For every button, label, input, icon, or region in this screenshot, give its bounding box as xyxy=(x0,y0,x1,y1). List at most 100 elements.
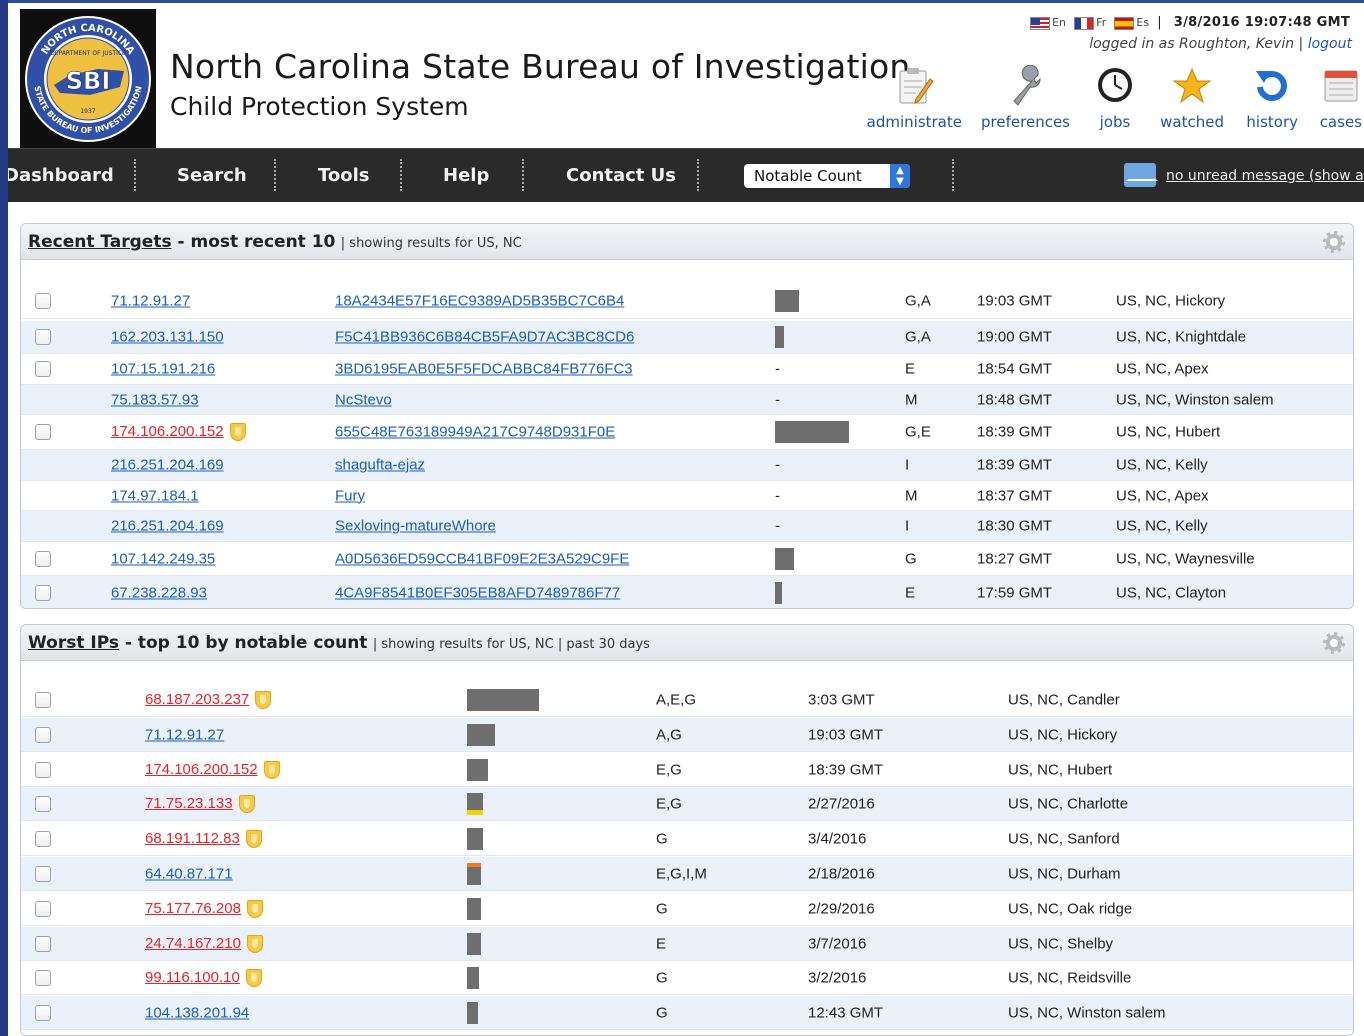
lang-spanish[interactable]: Es xyxy=(1114,16,1149,30)
ip-link[interactable]: 71.12.91.27 xyxy=(111,293,190,310)
location: US, NC, Reidsville xyxy=(1008,969,1132,986)
location: US, NC, Kelly xyxy=(1116,456,1208,474)
nav-dashboard[interactable]: Dashboard xyxy=(8,165,114,186)
ip-link[interactable]: 162.203.131.150 xyxy=(111,329,224,346)
row-checkbox[interactable] xyxy=(35,969,51,986)
target-link[interactable]: 4CA9F8541B0EF305EB8AFD7489786F77 xyxy=(335,584,620,601)
ip-link[interactable]: 75.177.76.208 xyxy=(145,899,241,916)
fr-flag-icon xyxy=(1074,16,1095,30)
cases-button[interactable]: cases xyxy=(1320,65,1362,131)
notable-count-bar xyxy=(467,688,539,711)
row-checkbox[interactable] xyxy=(35,865,51,882)
ip-link[interactable]: 216.251.204.169 xyxy=(111,457,224,474)
target-link[interactable]: Fury xyxy=(335,487,365,504)
notable-count-empty: - xyxy=(775,517,780,535)
shield-icon xyxy=(229,423,246,442)
nav-help[interactable]: Help xyxy=(443,165,489,186)
star-icon xyxy=(1172,65,1212,107)
target-link[interactable]: A0D5636ED59CCB41BF09E2E3A529C9FE xyxy=(335,550,629,567)
ip-link[interactable]: 174.97.184.1 xyxy=(111,487,199,504)
ip-link[interactable]: 75.183.57.93 xyxy=(111,391,199,408)
last-seen-time: 19:00 GMT xyxy=(977,328,1053,346)
row-checkbox[interactable] xyxy=(35,293,51,309)
table-row: 71.12.91.27 A,G 19:03 GMT US, NC, Hickory xyxy=(21,718,1353,752)
location: US, NC, Charlotte xyxy=(1008,795,1129,812)
row-checkbox[interactable] xyxy=(35,726,51,743)
gear-icon[interactable] xyxy=(1323,231,1345,253)
row-checkbox[interactable] xyxy=(35,761,51,778)
row-checkbox[interactable] xyxy=(35,424,51,440)
ip-link[interactable]: 174.106.200.152 xyxy=(145,760,258,777)
table-row: 67.238.228.93 4CA9F8541B0EF305EB8AFD74897… xyxy=(21,576,1353,608)
ip-link[interactable]: 107.142.249.35 xyxy=(111,550,215,567)
ip-link[interactable]: 64.40.87.171 xyxy=(145,865,233,882)
table-row: 107.142.249.35 A0D5636ED59CCB41BF09E2E3A5… xyxy=(21,542,1353,576)
ip-link[interactable]: 104.138.201.94 xyxy=(145,1004,249,1021)
nav-search[interactable]: Search xyxy=(177,165,247,186)
table-row: 174.106.200.152 E,G 18:39 GMT US, NC, Huber… xyxy=(21,753,1353,787)
target-link[interactable]: Sexloving-matureWhore xyxy=(335,518,496,535)
sort-select[interactable]: Notable Count ▲ ▼ xyxy=(744,164,910,188)
logout-link[interactable]: logout xyxy=(1308,36,1352,52)
bar-accent xyxy=(467,809,483,815)
row-checkbox[interactable] xyxy=(35,1004,51,1021)
row-checkbox[interactable] xyxy=(35,584,51,601)
target-link[interactable]: 655C48E763189949A217C9748D931F0E xyxy=(335,424,615,441)
sbi-logo: SBI DEPARTMENT OF JUSTICE 1937 NORTH CAR… xyxy=(20,9,156,150)
recent-targets-header: Recent Targets - most recent 10 | showin… xyxy=(21,224,1353,260)
table-row: 174.97.184.1 Fury - M 18:37 GMT US, NC, Apex xyxy=(21,481,1353,511)
lang-french[interactable]: Fr xyxy=(1074,16,1106,30)
bar-accent xyxy=(467,862,481,867)
categories: E xyxy=(656,935,667,952)
notable-count-bar xyxy=(467,723,495,746)
row-checkbox[interactable] xyxy=(35,691,51,708)
ip-cell: 107.15.191.216 xyxy=(111,361,215,378)
administrate-button[interactable]: administrate xyxy=(867,65,962,131)
categories: G,E xyxy=(905,423,931,441)
page: SBI DEPARTMENT OF JUSTICE 1937 NORTH CAR… xyxy=(8,0,1364,1036)
notable-count-empty: - xyxy=(775,391,780,408)
target-link[interactable]: 18A2434E57F16EC9389AD5B35BC7C6B4 xyxy=(335,293,624,310)
ip-link[interactable]: 174.106.200.152 xyxy=(111,423,224,440)
watched-button[interactable]: watched xyxy=(1160,65,1224,131)
target-link[interactable]: 3BD6195EAB0E5F5FDCABBC84FB776FC3 xyxy=(335,361,633,378)
ip-cell: 104.138.201.94 xyxy=(145,1004,249,1021)
messages-link[interactable]: no unread message (show all) xyxy=(1166,168,1364,184)
recent-targets-link[interactable]: Recent Targets xyxy=(28,232,172,252)
preferences-button[interactable]: preferences xyxy=(981,64,1070,131)
current-datetime: 3/8/2016 19:07:48 GMT xyxy=(1173,15,1350,30)
row-checkbox[interactable] xyxy=(35,550,51,567)
categories: E,G xyxy=(656,761,682,778)
table-row: 75.183.57.93 NcStevo - M 18:48 GMT US, NC, Wi… xyxy=(21,385,1353,415)
categories: G,A xyxy=(905,292,931,310)
location: US, NC, Sanford xyxy=(1008,830,1120,847)
target-link[interactable]: NcStevo xyxy=(335,391,392,408)
last-seen-time: 19:03 GMT xyxy=(808,726,884,743)
ip-link[interactable]: 68.191.112.83 xyxy=(145,829,240,846)
mail-icon[interactable] xyxy=(1124,163,1156,187)
ip-link[interactable]: 99.116.100.10 xyxy=(145,968,240,985)
nav-tools[interactable]: Tools xyxy=(318,165,370,186)
ip-link[interactable]: 216.251.204.169 xyxy=(111,518,224,535)
ip-link[interactable]: 24.74.167.210 xyxy=(145,934,241,951)
jobs-button[interactable]: jobs xyxy=(1095,65,1135,131)
row-checkbox[interactable] xyxy=(35,830,51,847)
row-checkbox[interactable] xyxy=(35,795,51,812)
last-seen-time: 3/4/2016 xyxy=(808,830,867,847)
target-link[interactable]: shagufta-ejaz xyxy=(335,457,425,474)
lang-english[interactable]: En xyxy=(1030,16,1066,30)
row-checkbox[interactable] xyxy=(35,329,51,345)
ip-link[interactable]: 71.12.91.27 xyxy=(145,726,224,743)
ip-link[interactable]: 67.238.228.93 xyxy=(111,584,207,601)
ip-link[interactable]: 68.187.203.237 xyxy=(145,690,249,707)
target-link[interactable]: F5C41BB936C6B84CB5FA9D7AC3BC8CD6 xyxy=(335,329,634,346)
row-checkbox[interactable] xyxy=(35,935,51,952)
ip-link[interactable]: 71.75.23.133 xyxy=(145,794,233,811)
worst-ips-link[interactable]: Worst IPs xyxy=(28,633,119,653)
gear-icon[interactable] xyxy=(1323,632,1345,654)
history-button[interactable]: history xyxy=(1246,65,1298,131)
row-checkbox[interactable] xyxy=(35,361,51,377)
nav-contact-us[interactable]: Contact Us xyxy=(566,165,676,186)
ip-link[interactable]: 107.15.191.216 xyxy=(111,361,215,378)
row-checkbox[interactable] xyxy=(35,900,51,917)
